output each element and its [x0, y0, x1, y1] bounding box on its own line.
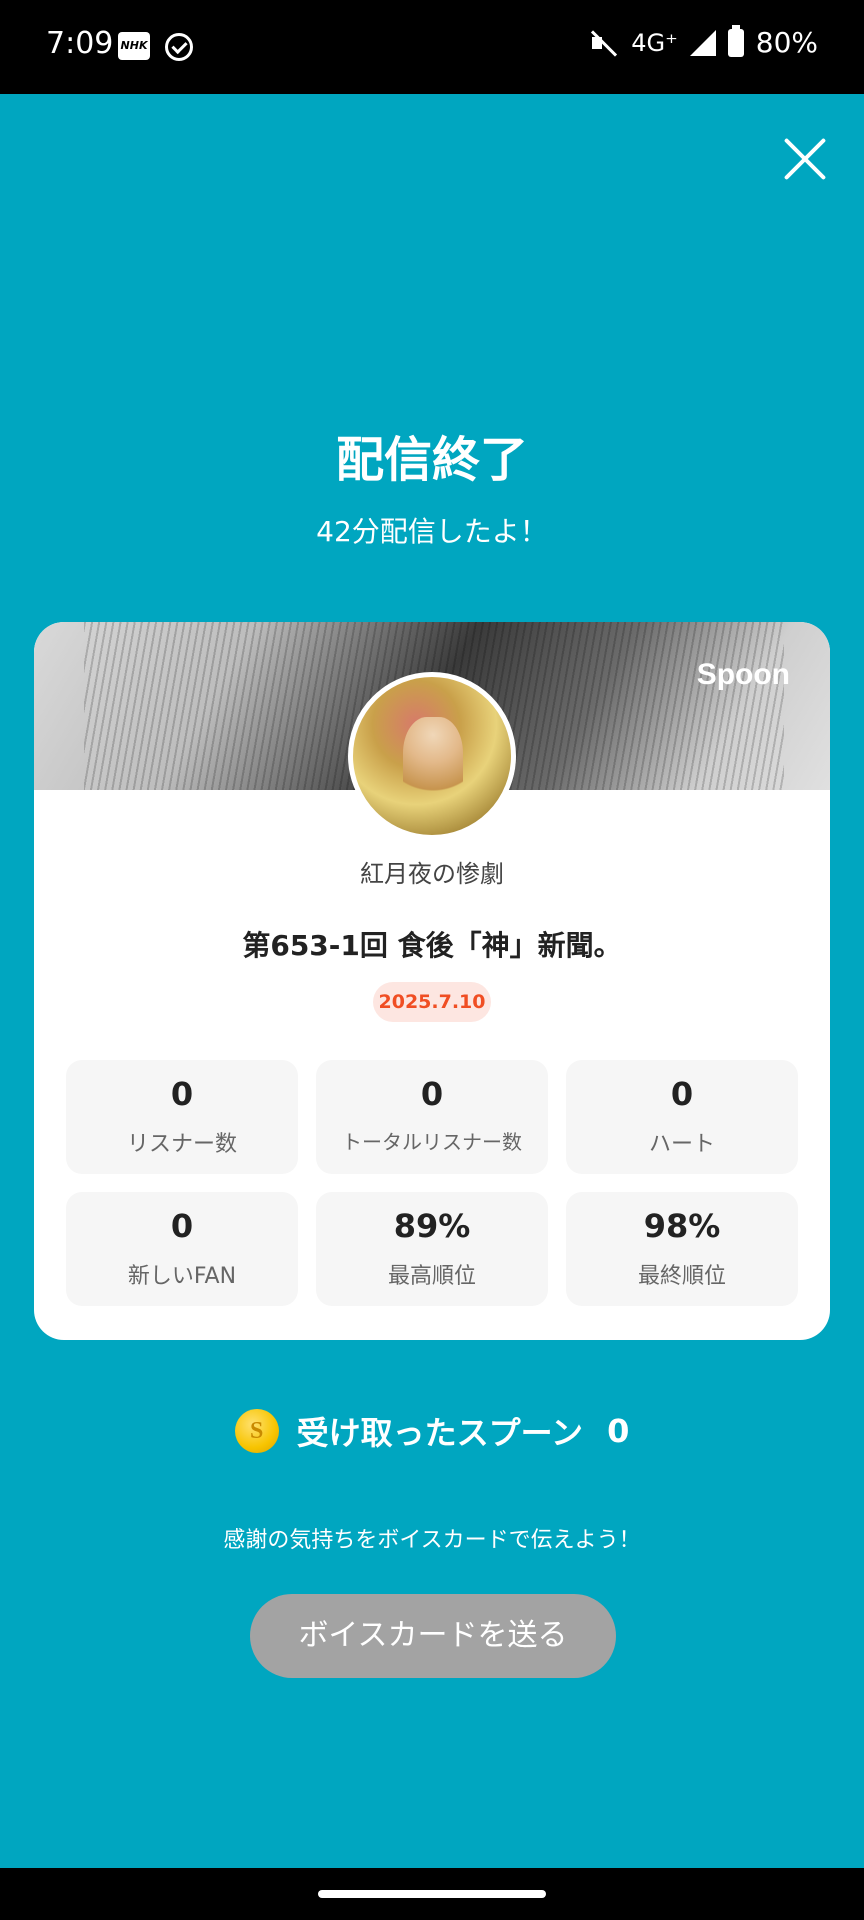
- check-circle-icon: [165, 33, 193, 61]
- send-voice-card-button[interactable]: ボイスカードを送る: [250, 1594, 616, 1678]
- stat-value: 98%: [643, 1207, 721, 1245]
- stat-final-rank: 98% 最終順位: [566, 1192, 798, 1306]
- status-bar: 7:09 NHK 4G⁺ 80%: [0, 0, 864, 94]
- mute-icon: [589, 28, 619, 58]
- nhk-icon: NHK: [118, 32, 150, 60]
- stat-listeners: 0 リスナー数: [66, 1060, 298, 1174]
- status-indicators: 4G⁺ 80%: [589, 24, 818, 59]
- home-gesture-handle[interactable]: [318, 1890, 546, 1898]
- stat-value: 89%: [393, 1207, 471, 1245]
- stat-label: トータルリスナー数: [342, 1130, 522, 1154]
- stat-hearts: 0 ハート: [566, 1060, 798, 1174]
- stat-label: 最終順位: [637, 1264, 726, 1289]
- signal-icon: [689, 29, 716, 56]
- stat-label: 新しいFAN: [127, 1264, 237, 1289]
- page-title: 配信終了: [335, 432, 528, 488]
- stat-value: 0: [170, 1207, 194, 1245]
- received-spoons: S 受け取ったスプーン 0: [0, 1408, 864, 1454]
- spoon-count: 0: [607, 1412, 630, 1450]
- page-subtitle: 42分配信したよ！: [316, 515, 548, 548]
- avatar: [348, 672, 516, 840]
- voice-card-prompt: 感謝の気持ちをボイスカードで伝えよう！: [223, 1528, 641, 1553]
- brand-logo: Spoon: [696, 658, 790, 691]
- spoon-coin-icon: S: [234, 1409, 279, 1453]
- stat-best-rank: 89% 最高順位: [316, 1192, 548, 1306]
- stat-label: リスナー数: [126, 1132, 237, 1157]
- status-time: 7:09: [46, 26, 114, 61]
- close-icon[interactable]: [780, 134, 830, 184]
- stat-label: 最高順位: [387, 1264, 476, 1289]
- battery-level: 80%: [755, 26, 818, 59]
- stat-value: 0: [670, 1075, 694, 1113]
- stat-label: ハート: [648, 1132, 715, 1157]
- date-badge: 2025.7.10: [373, 982, 491, 1022]
- summary-card: Spoon 紅月夜の惨劇 第653-1回 食後「神」新聞。 2025.7.10 …: [34, 622, 830, 1340]
- stat-total-listeners: 0 トータルリスナー数: [316, 1060, 548, 1174]
- spoon-label: 受け取ったスプーン: [296, 1414, 584, 1452]
- stat-new-fans: 0 新しいFAN: [66, 1192, 298, 1306]
- battery-icon: [727, 24, 744, 57]
- network-type: 4G⁺: [631, 28, 678, 57]
- cast-title: 第653-1回 食後「神」新聞。: [242, 929, 622, 962]
- avatar-figure: [403, 717, 463, 807]
- stat-value: 0: [420, 1075, 444, 1113]
- stat-value: 0: [170, 1075, 194, 1113]
- navigation-bar: [0, 1868, 864, 1920]
- username: 紅月夜の惨劇: [360, 860, 504, 888]
- stats-grid: 0 リスナー数 0 トータルリスナー数 0 ハート 0 新しいFAN 89% 最…: [66, 1060, 798, 1306]
